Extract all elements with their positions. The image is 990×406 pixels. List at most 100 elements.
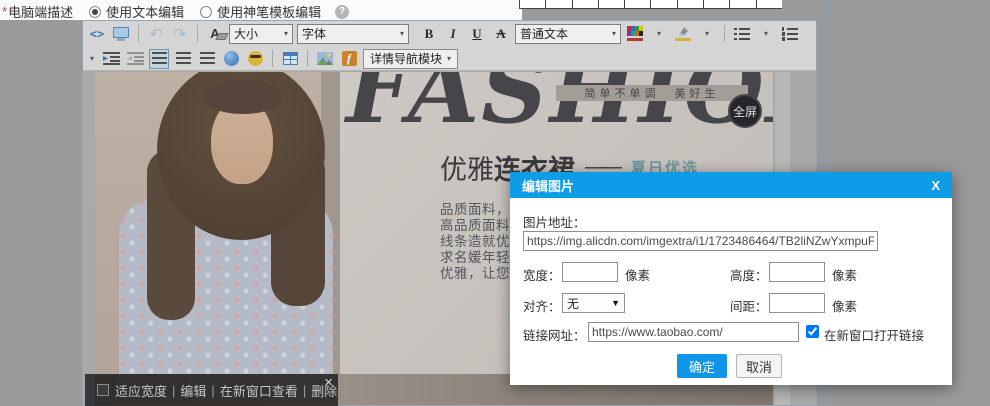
close-icon[interactable]: ×	[324, 374, 333, 391]
table-fragment	[519, 0, 782, 9]
dialog-title: 编辑图片	[522, 176, 574, 195]
chevron-down-icon[interactable]: ▾	[657, 29, 661, 38]
align-center-icon	[176, 52, 191, 65]
fullscreen-button[interactable]: 全屏	[728, 94, 762, 128]
chevron-down-icon[interactable]: ▾	[90, 54, 94, 63]
align-select[interactable]: 无 ▼	[562, 293, 625, 313]
font-size-select[interactable]: 大小 ▾	[229, 24, 293, 44]
toolbar-separator	[197, 25, 198, 42]
chevron-down-icon: ▾	[447, 54, 451, 63]
toolbar-separator	[272, 50, 273, 67]
radio-template-edit-label[interactable]: 使用神笔模板编辑	[217, 2, 321, 21]
edit-image-link[interactable]: 编辑	[180, 381, 206, 400]
chevron-down-icon[interactable]: ▾	[764, 29, 768, 38]
flash-button[interactable]: f	[339, 49, 359, 69]
source-code-button[interactable]: <>	[87, 24, 107, 44]
align-right-button[interactable]	[197, 49, 217, 69]
link-button[interactable]	[221, 49, 241, 69]
ok-button[interactable]: 确定	[677, 354, 727, 378]
toolbar-separator	[724, 25, 725, 42]
ordered-list-button[interactable]	[780, 24, 800, 44]
link-url-input[interactable]	[588, 322, 799, 342]
image-icon	[317, 52, 333, 65]
editor-toolbar: <> ↶ ↷ A 大小 ▾ 字体 ▾ B I U A	[83, 21, 816, 71]
link-url-label: 链接网址：	[523, 325, 586, 344]
height-label: 高度：	[730, 265, 768, 284]
outdent-icon	[127, 52, 144, 65]
strikethrough-button[interactable]: A	[491, 24, 511, 44]
paragraph-format-select[interactable]: 普通文本 ▾	[515, 24, 621, 44]
edit-image-dialog: 编辑图片 X 图片地址： 宽度： 像素 高度： 像素 对齐： 无 ▼ 间距： 像…	[510, 172, 952, 385]
cancel-button[interactable]: 取消	[736, 354, 782, 378]
font-family-select[interactable]: 字体 ▾	[297, 24, 409, 44]
bold-button[interactable]: B	[419, 24, 439, 44]
underline-button[interactable]: U	[467, 24, 487, 44]
toolbar-separator	[307, 50, 308, 67]
preview-button[interactable]	[111, 24, 131, 44]
clear-format-icon: A	[210, 26, 219, 41]
align-right-icon	[200, 52, 215, 65]
fit-width-checkbox[interactable]	[97, 384, 109, 396]
radio-template-edit[interactable]	[200, 6, 212, 18]
page: * 电脑端描述 使用文本编辑 使用神笔模板编辑 ? <> ↶ ↷ A 大小 ▾	[0, 0, 990, 406]
height-input[interactable]	[769, 262, 825, 282]
chevron-down-icon: ▾	[400, 29, 404, 38]
help-icon[interactable]: ?	[335, 5, 349, 19]
description-mode-row: * 电脑端描述 使用文本编辑 使用神笔模板编辑 ?	[2, 2, 349, 21]
source-icon: <>	[90, 27, 104, 41]
spacing-label: 间距：	[730, 296, 768, 315]
indent-button[interactable]	[101, 49, 121, 69]
pc-description-label: 电脑端描述	[8, 2, 73, 21]
clear-format-button[interactable]: A	[205, 24, 225, 44]
align-left-button[interactable]	[149, 49, 169, 69]
nav-module-dropdown[interactable]: 详情导航模块 ▾	[363, 49, 458, 69]
spacing-unit: 像素	[832, 296, 857, 315]
dialog-header[interactable]: 编辑图片 X	[510, 172, 952, 198]
toolbar-separator	[138, 25, 139, 42]
align-value: 无	[567, 295, 579, 312]
unordered-list-button[interactable]	[732, 24, 752, 44]
background-color-button[interactable]	[673, 24, 693, 44]
emoticon-icon	[248, 51, 263, 66]
indent-icon	[103, 52, 120, 65]
monitor-icon	[113, 27, 129, 38]
spacing-input[interactable]	[769, 293, 825, 313]
required-mark: *	[2, 4, 7, 19]
insert-image-button[interactable]	[315, 49, 335, 69]
background-color-icon	[675, 26, 691, 42]
ordered-list-icon	[782, 27, 798, 41]
outdent-button[interactable]	[125, 49, 145, 69]
model-photo	[95, 72, 340, 405]
table-button[interactable]	[280, 49, 300, 69]
italic-button[interactable]: I	[443, 24, 463, 44]
chevron-down-icon[interactable]: ▾	[705, 29, 709, 38]
font-color-button[interactable]	[625, 24, 645, 44]
dialog-close-button[interactable]: X	[931, 178, 940, 193]
radio-text-edit[interactable]	[89, 6, 101, 18]
flash-icon: f	[342, 51, 357, 66]
radio-text-edit-label[interactable]: 使用文本编辑	[106, 2, 184, 21]
chevron-down-icon: ▾	[284, 29, 288, 38]
fit-width-label[interactable]: 适应宽度	[115, 381, 167, 400]
paragraph-format-value: 普通文本	[520, 25, 568, 42]
chevron-down-icon: ▼	[611, 298, 620, 308]
undo-button[interactable]: ↶	[146, 24, 166, 44]
view-new-window-link[interactable]: 在新窗口查看	[220, 381, 298, 400]
link-icon	[224, 51, 239, 66]
width-unit: 像素	[625, 265, 650, 284]
open-new-window-checkbox[interactable]	[806, 325, 819, 338]
nav-module-label: 详情导航模块	[370, 50, 442, 67]
open-new-window-label[interactable]: 在新窗口打开链接	[824, 325, 924, 344]
photo-shape	[203, 80, 283, 114]
width-input[interactable]	[562, 262, 618, 282]
redo-button[interactable]: ↷	[170, 24, 190, 44]
undo-icon: ↶	[150, 25, 163, 43]
align-center-button[interactable]	[173, 49, 193, 69]
font-color-icon	[627, 26, 643, 42]
chevron-down-icon: ▾	[612, 29, 616, 38]
emoticon-button[interactable]	[245, 49, 265, 69]
image-url-input[interactable]	[523, 231, 878, 251]
headline-light: 优雅	[440, 148, 494, 187]
separator: |	[211, 383, 214, 398]
redo-icon: ↷	[174, 25, 187, 43]
